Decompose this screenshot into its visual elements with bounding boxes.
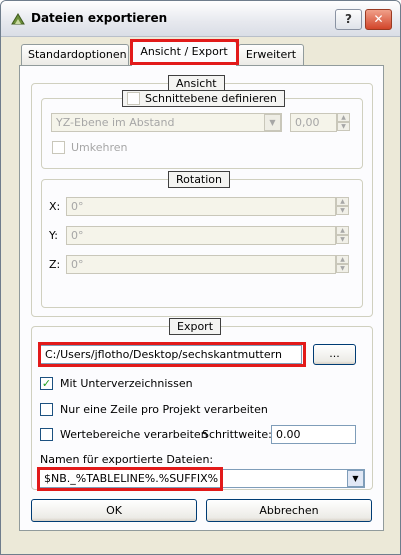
schnittebene-header: Schnittebene definieren: [122, 90, 285, 107]
names-combo-chevron-down-icon[interactable]: ▼: [347, 470, 364, 487]
rotation-group: Rotation X: 0° ▲ ▼ Y: 0° ▲ ▼ Z: 0° ▲ ▼: [41, 171, 363, 308]
spin-up-icon[interactable]: ▲: [337, 113, 350, 122]
spin-down-icon[interactable]: ▼: [336, 235, 349, 244]
spin-down-icon[interactable]: ▼: [336, 206, 349, 215]
spin-up-icon[interactable]: ▲: [336, 197, 349, 206]
export-dialog: Dateien exportieren ? ✕ Standardoptionen…: [0, 0, 401, 555]
rotation-y-label: Y:: [49, 229, 58, 242]
schnittebene-checkbox[interactable]: [127, 92, 140, 105]
schnittebene-label: Schnittebene definieren: [145, 92, 277, 105]
app-icon: [11, 13, 25, 25]
export-group: Export C:/Users/jflotho/Desktop/sechskan…: [31, 318, 373, 490]
spin-down-icon[interactable]: ▼: [336, 264, 349, 273]
step-label: Schrittweite:: [202, 428, 272, 441]
plane-select-value: YZ-Ebene im Abstand: [56, 116, 175, 129]
schnittebene-group: Schnittebene definieren YZ-Ebene im Abst…: [41, 90, 363, 169]
export-group-title: Export: [169, 318, 222, 335]
rotation-z-label: Z:: [49, 258, 61, 271]
step-input[interactable]: 0.00: [271, 425, 356, 444]
help-button[interactable]: ?: [335, 9, 362, 30]
rotation-x-field[interactable]: 0°: [66, 197, 336, 216]
rotation-y-field[interactable]: 0°: [66, 226, 336, 245]
rotation-x-spinner[interactable]: ▲ ▼: [336, 197, 349, 216]
plane-select[interactable]: YZ-Ebene im Abstand: [51, 113, 282, 132]
spin-up-icon[interactable]: ▲: [336, 255, 349, 264]
umkehren-checkbox[interactable]: [52, 141, 65, 154]
close-button[interactable]: ✕: [365, 9, 392, 30]
cancel-button[interactable]: Abbrechen: [206, 499, 372, 522]
ok-button[interactable]: OK: [31, 499, 197, 522]
one-line-label: Nur eine Zeile pro Projekt verarbeiten: [60, 403, 268, 416]
title-bar[interactable]: Dateien exportieren ? ✕: [1, 1, 400, 37]
names-label: Namen für exportierte Dateien:: [40, 453, 214, 466]
spin-down-icon[interactable]: ▼: [337, 122, 350, 131]
rotation-z-spinner[interactable]: ▲ ▼: [336, 255, 349, 274]
tab-panel: Ansicht Schnittebene definieren YZ-Ebene…: [19, 65, 384, 531]
dialog-client: Standardoptionen Ansicht / Export Erweit…: [7, 37, 394, 550]
window-title: Dateien exportieren: [31, 11, 168, 25]
umkehren-label: Umkehren: [71, 141, 128, 154]
rotation-z-field[interactable]: 0°: [66, 255, 336, 274]
names-combo-value: $NB._%TABLELINE%.%SUFFIX%: [44, 472, 219, 485]
tab-standardoptionen[interactable]: Standardoptionen: [21, 44, 129, 65]
one-line-checkbox[interactable]: [40, 403, 53, 416]
rotation-x-label: X:: [49, 200, 61, 213]
names-combo[interactable]: $NB._%TABLELINE%.%SUFFIX%: [39, 469, 365, 488]
ranges-checkbox[interactable]: [40, 428, 53, 441]
plane-select-chevron-down-icon[interactable]: ▼: [264, 114, 281, 131]
tab-ansicht-export[interactable]: Ansicht / Export: [131, 41, 237, 66]
distance-field[interactable]: 0,00: [290, 113, 337, 132]
spin-up-icon[interactable]: ▲: [336, 226, 349, 235]
export-path-input[interactable]: C:/Users/jflotho/Desktop/sechskantmutter…: [40, 345, 302, 364]
tab-erweitert[interactable]: Erweitert: [238, 44, 304, 65]
distance-spinner[interactable]: ▲ ▼: [337, 113, 350, 132]
subdirs-label: Mit Unterverzeichnissen: [60, 377, 193, 390]
ansicht-group: Ansicht Schnittebene definieren YZ-Ebene…: [31, 75, 373, 317]
browse-button[interactable]: ...: [313, 344, 356, 365]
rotation-group-title: Rotation: [168, 171, 231, 188]
rotation-y-spinner[interactable]: ▲ ▼: [336, 226, 349, 245]
subdirs-checkbox[interactable]: ✓: [40, 377, 53, 390]
ranges-label: Wertebereiche verarbeiten: [60, 428, 208, 441]
